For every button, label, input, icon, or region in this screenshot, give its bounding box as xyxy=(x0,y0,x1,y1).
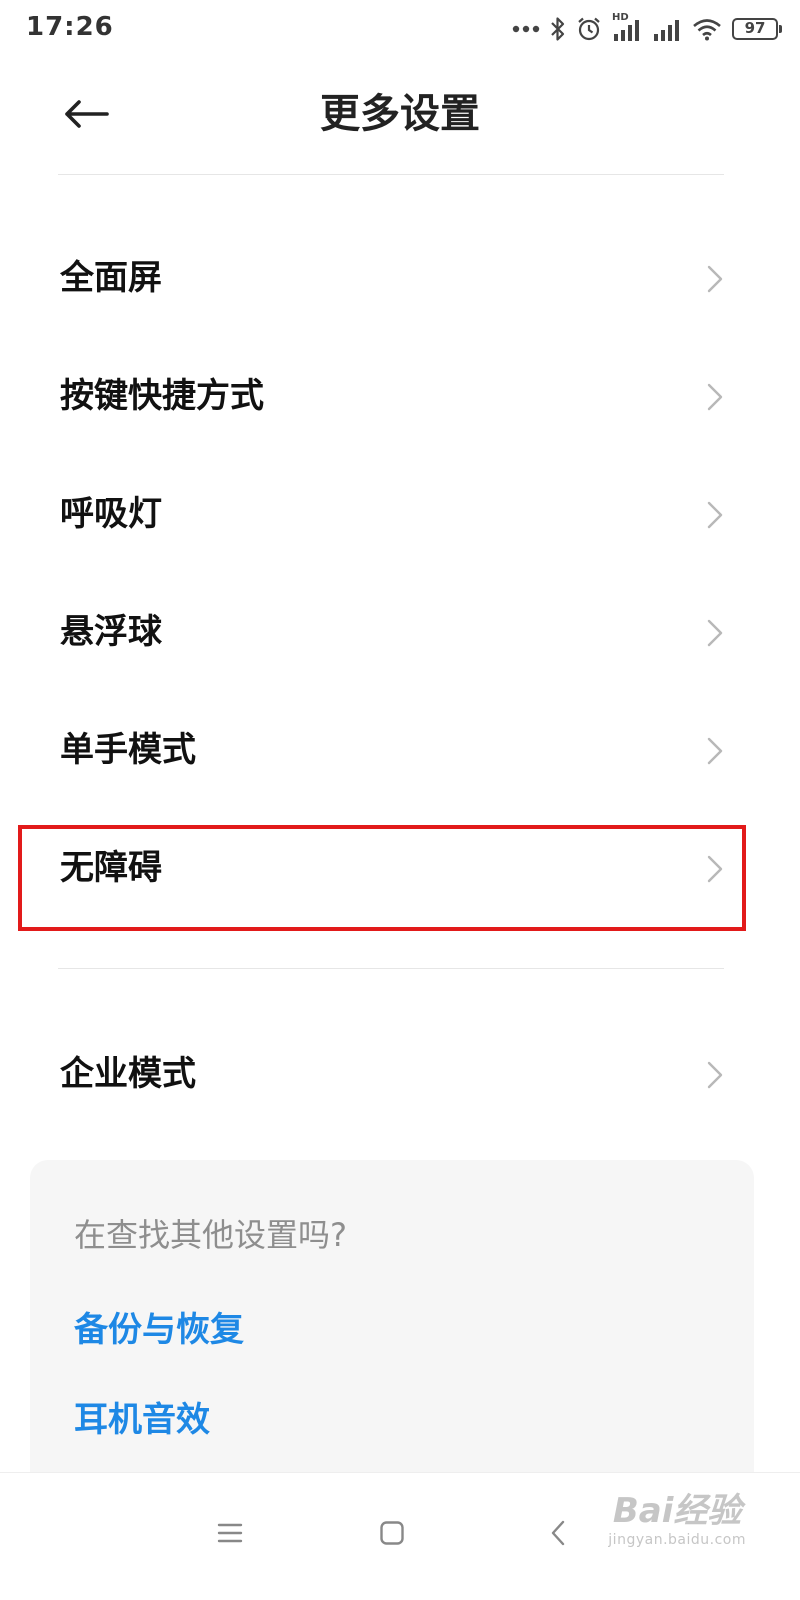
chevron-right-icon xyxy=(707,619,723,647)
home-icon xyxy=(380,1521,404,1545)
alarm-icon xyxy=(576,16,602,42)
suggestion-title: 在查找其他设置吗? xyxy=(74,1216,347,1254)
menu-button[interactable] xyxy=(200,1503,260,1563)
watermark-sub: jingyan.baidu.com xyxy=(608,1532,746,1548)
status-time: 17:26 xyxy=(26,12,114,42)
list-item-floating-ball[interactable]: 悬浮球 xyxy=(0,580,800,684)
nav-back-button[interactable] xyxy=(528,1503,588,1563)
battery-icon: 97 xyxy=(732,18,782,40)
list-item-label: 无障碍 xyxy=(60,848,162,888)
list-item-label: 按键快捷方式 xyxy=(60,376,264,416)
page-title: 更多设置 xyxy=(320,91,480,137)
suggestion-card: 在查找其他设置吗? 备份与恢复 耳机音效 xyxy=(30,1160,754,1490)
menu-icon xyxy=(217,1523,243,1543)
chevron-right-icon xyxy=(707,265,723,293)
header-divider xyxy=(58,174,724,175)
wifi-icon xyxy=(692,17,722,41)
list-item-full-screen[interactable]: 全面屏 xyxy=(0,226,800,330)
chevron-right-icon xyxy=(707,1061,723,1089)
list-item-accessibility[interactable]: 无障碍 xyxy=(0,816,800,920)
signal-hd-icon: HD xyxy=(612,12,642,42)
status-bar: 17:26 HD 97 xyxy=(0,0,800,56)
list-item-one-handed-mode[interactable]: 单手模式 xyxy=(0,698,800,802)
suggestion-link-backup-restore[interactable]: 备份与恢复 xyxy=(74,1302,244,1351)
signal-icon xyxy=(652,16,682,42)
list-item-enterprise-mode[interactable]: 企业模式 xyxy=(0,1022,800,1126)
more-dots-icon xyxy=(512,25,540,33)
chevron-right-icon xyxy=(707,855,723,883)
status-icons: HD 97 xyxy=(512,12,782,46)
list-item-button-shortcuts[interactable]: 按键快捷方式 xyxy=(0,344,800,448)
back-icon xyxy=(551,1520,565,1546)
baidu-jingyan-watermark: Bai经验 jingyan.baidu.com xyxy=(608,1491,746,1549)
network-type-label: HD xyxy=(612,12,629,23)
list-item-label: 企业模式 xyxy=(60,1054,196,1094)
list-item-label: 单手模式 xyxy=(60,730,196,770)
chevron-right-icon xyxy=(707,501,723,529)
more-settings-screen: 17:26 HD 97 更多设置 全面屏 按键快捷方式 呼吸灯 悬浮球 单手模式… xyxy=(0,0,800,1600)
home-button[interactable] xyxy=(362,1503,422,1563)
list-item-label: 悬浮球 xyxy=(60,612,162,652)
suggestion-link-headphone-audio[interactable]: 耳机音效 xyxy=(74,1392,210,1441)
chevron-right-icon xyxy=(707,737,723,765)
header: 更多设置 xyxy=(0,56,800,176)
list-item-label: 呼吸灯 xyxy=(60,494,162,534)
chevron-right-icon xyxy=(707,383,723,411)
list-item-notification-light[interactable]: 呼吸灯 xyxy=(0,462,800,566)
watermark-main: Bai经验 xyxy=(612,1491,742,1531)
section-divider xyxy=(58,968,724,969)
bluetooth-icon xyxy=(550,16,566,42)
navigation-bar: Bai经验 jingyan.baidu.com xyxy=(0,1472,800,1600)
list-item-label: 全面屏 xyxy=(60,258,162,298)
